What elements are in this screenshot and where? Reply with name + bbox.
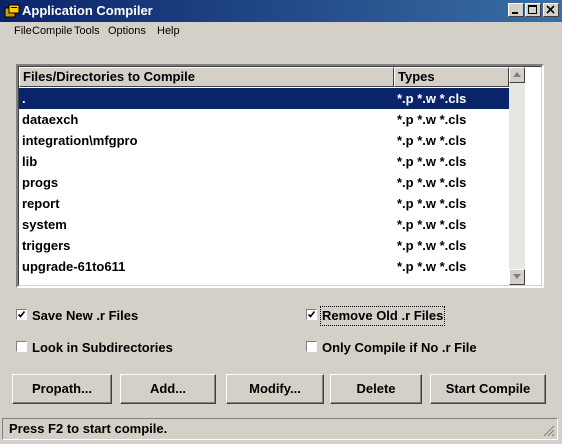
checkmark-icon	[17, 311, 26, 318]
checkbox-box[interactable]	[16, 341, 27, 352]
remove-old-r-files-checkbox[interactable]: Remove Old .r Files	[306, 306, 506, 326]
save-new-r-files-checkbox[interactable]: Save New .r Files	[16, 308, 216, 324]
delete-button[interactable]: Delete	[330, 374, 422, 404]
list-row[interactable]: lib *.p *.w *.cls	[19, 151, 509, 172]
status-text: Press F2 to start compile.	[9, 421, 168, 436]
maximize-icon	[528, 5, 537, 14]
row-types: *.p *.w *.cls	[397, 217, 467, 232]
checkbox-box[interactable]	[16, 309, 27, 320]
row-types: *.p *.w *.cls	[397, 112, 467, 127]
row-types: *.p *.w *.cls	[397, 175, 467, 190]
menu-file[interactable]: File	[14, 24, 32, 38]
window-title: Application Compiler	[22, 3, 153, 18]
menu-tools[interactable]: Tools	[74, 24, 100, 38]
menu-help[interactable]: Help	[157, 24, 180, 38]
status-bar: Press F2 to start compile.	[2, 418, 558, 440]
app-icon	[4, 4, 20, 18]
maximize-button[interactable]	[525, 3, 541, 17]
modify-button[interactable]: Modify...	[226, 374, 324, 404]
row-types: *.p *.w *.cls	[397, 238, 467, 253]
list-row[interactable]: report *.p *.w *.cls	[19, 193, 509, 214]
list-row[interactable]: . *.p *.w *.cls	[19, 88, 509, 109]
row-types: *.p *.w *.cls	[397, 154, 467, 169]
list-row[interactable]: integration\mfgpro *.p *.w *.cls	[19, 130, 509, 151]
list-row[interactable]: upgrade-61to611 *.p *.w *.cls	[19, 256, 509, 277]
row-path: upgrade-61to611	[22, 259, 126, 274]
row-types: *.p *.w *.cls	[397, 259, 467, 274]
minimize-button[interactable]	[508, 3, 524, 17]
look-in-subdirectories-checkbox[interactable]: Look in Subdirectories	[16, 340, 216, 356]
checkbox-label: Remove Old .r Files	[319, 306, 446, 326]
checkbox-label: Only Compile if No .r File	[322, 340, 477, 355]
checkbox-box[interactable]	[306, 309, 317, 320]
add-button[interactable]: Add...	[120, 374, 216, 404]
minimize-icon	[512, 12, 518, 14]
row-path: system	[22, 217, 67, 232]
row-types: *.p *.w *.cls	[397, 133, 467, 148]
menu-bar: File Compile Tools Options Help	[0, 22, 562, 40]
arrow-up-icon	[513, 72, 521, 77]
close-button[interactable]	[543, 3, 559, 17]
files-list[interactable]: Files/Directories to Compile Types . *.p…	[16, 64, 544, 288]
row-path: progs	[22, 175, 59, 190]
checkbox-label: Save New .r Files	[32, 308, 139, 323]
start-compile-button[interactable]: Start Compile	[430, 374, 546, 404]
menu-options[interactable]: Options	[108, 24, 146, 38]
vertical-scrollbar[interactable]	[509, 67, 525, 285]
row-path: dataexch	[22, 112, 79, 127]
row-types: *.p *.w *.cls	[397, 91, 467, 106]
application-compiler-window: Application Compiler File Compile Tools …	[0, 0, 562, 444]
row-path: triggers	[22, 238, 71, 253]
propath-button[interactable]: Propath...	[12, 374, 112, 404]
list-row[interactable]: system *.p *.w *.cls	[19, 214, 509, 235]
close-icon	[546, 5, 555, 14]
row-path: integration\mfgpro	[22, 133, 138, 148]
scroll-up-button[interactable]	[509, 67, 525, 83]
arrow-down-icon	[513, 274, 521, 279]
column-header-files[interactable]: Files/Directories to Compile	[19, 67, 394, 87]
menu-compile[interactable]: Compile	[32, 24, 72, 38]
column-header-types[interactable]: Types	[394, 67, 509, 87]
title-bar[interactable]: Application Compiler	[0, 0, 562, 22]
list-row[interactable]: progs *.p *.w *.cls	[19, 172, 509, 193]
row-path: report	[22, 196, 60, 211]
scroll-down-button[interactable]	[509, 269, 525, 285]
checkmark-icon	[307, 311, 316, 318]
row-path: .	[22, 91, 26, 106]
row-path: lib	[22, 154, 38, 169]
row-types: *.p *.w *.cls	[397, 196, 467, 211]
only-compile-if-no-r-file-checkbox[interactable]: Only Compile if No .r File	[306, 340, 526, 356]
checkbox-box[interactable]	[306, 341, 317, 352]
resize-grip-icon[interactable]	[543, 425, 555, 437]
list-row[interactable]: triggers *.p *.w *.cls	[19, 235, 509, 256]
checkbox-label: Look in Subdirectories	[32, 340, 173, 355]
list-rows: . *.p *.w *.cls dataexch *.p *.w *.cls i…	[19, 88, 509, 277]
list-row[interactable]: dataexch *.p *.w *.cls	[19, 109, 509, 130]
